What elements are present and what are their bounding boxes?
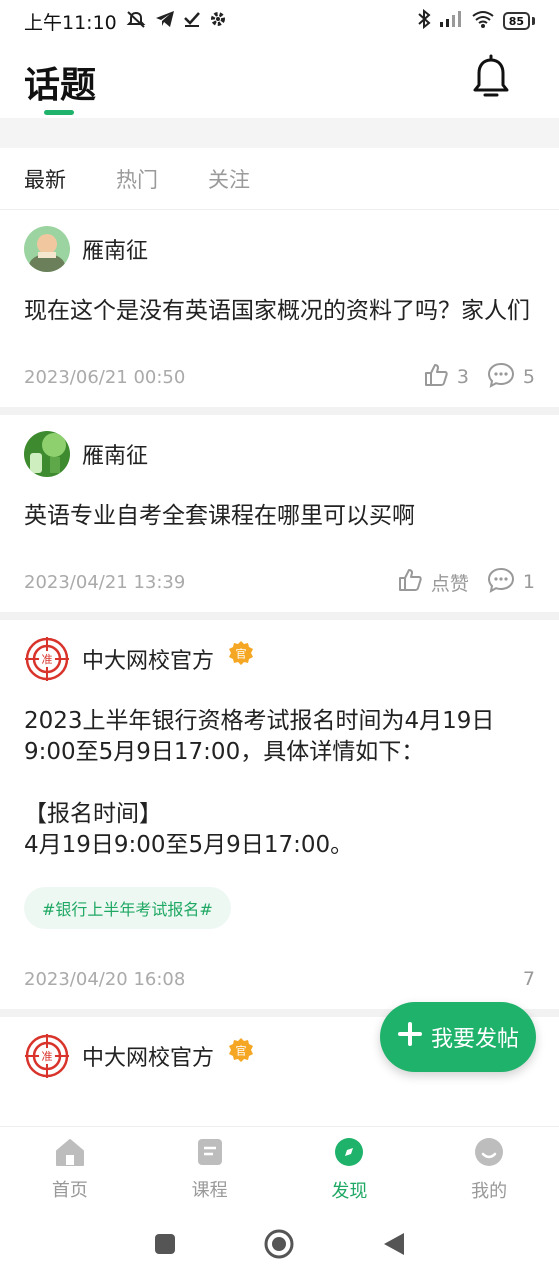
header-divider — [0, 118, 559, 148]
like-count: 3 — [456, 366, 469, 388]
plus-icon — [397, 1021, 423, 1053]
battery-icon: 85 — [502, 12, 530, 30]
status-bar: 上午11:10 85 — [0, 0, 559, 42]
post-meta: 2023/06/21 00:50 3 5 — [24, 347, 535, 407]
battery-level: 85 — [508, 14, 524, 28]
new-post-label: 我要发帖 — [430, 1027, 519, 1052]
recent-apps-button[interactable] — [153, 1232, 177, 1260]
post-time: 2023/04/21 13:39 — [24, 571, 186, 593]
post-separator — [0, 612, 559, 620]
signal-icon — [439, 10, 463, 33]
post-author[interactable]: 雁南征 — [24, 429, 535, 479]
nav-profile[interactable]: 我的 — [419, 1127, 559, 1212]
official-badge-text: 官 — [236, 647, 247, 661]
official-badge-icon: 官 — [228, 1037, 254, 1063]
comment-count: 5 — [522, 366, 535, 388]
header: 话题 — [0, 42, 559, 118]
nav-course[interactable]: 课程 — [140, 1127, 280, 1212]
post-time: 2023/06/21 00:50 — [24, 366, 186, 388]
tab-latest[interactable]: 最新 — [24, 164, 66, 194]
post-author[interactable]: 雁南征 — [24, 224, 535, 274]
school-logo-avatar[interactable]: 准 — [24, 1033, 70, 1079]
post-feed: 雁南征 现在这个是没有英语国家概况的资料了吗？家人们 2023/06/21 00… — [0, 210, 559, 1081]
bottom-nav: 首页 课程 发现 我的 — [0, 1126, 559, 1212]
avatar[interactable] — [24, 226, 70, 272]
avatar[interactable] — [24, 431, 70, 477]
home-icon — [54, 1137, 86, 1172]
nav-label: 首页 — [51, 1180, 88, 1201]
telegram-icon — [155, 10, 175, 33]
nav-label: 发现 — [331, 1181, 368, 1202]
profile-icon — [473, 1136, 505, 1173]
like-button[interactable]: 点赞 — [397, 567, 469, 598]
svg-text:准: 准 — [42, 1050, 53, 1063]
official-badge-text: 官 — [236, 1044, 247, 1058]
post-content[interactable]: 英语专业自考全套课程在哪里可以买啊 — [24, 501, 535, 532]
post-meta: 2023/04/20 16:08 7 — [24, 949, 535, 1009]
comment-count: 1 — [522, 571, 535, 593]
comment-icon — [487, 362, 515, 393]
mute-icon — [125, 10, 147, 33]
author-name[interactable]: 中大网校官方 — [82, 1040, 214, 1072]
like-label: 点赞 — [430, 572, 469, 595]
tab-following[interactable]: 关注 — [208, 164, 250, 194]
comment-button[interactable]: 5 — [487, 362, 535, 393]
thumbs-up-icon — [397, 567, 423, 598]
thumbs-up-icon — [423, 362, 449, 393]
download-check-icon — [183, 10, 201, 33]
like-button[interactable]: 3 — [423, 362, 469, 393]
post-card[interactable]: 准 中大网校官方 官 2023上半年银行资格考试报名时间为4月19日9:00至5… — [0, 620, 559, 1009]
page-title: 话题 — [24, 65, 97, 106]
post-separator — [0, 407, 559, 415]
bell-icon[interactable] — [471, 54, 511, 102]
post-meta: 2023/04/21 13:39 点赞 1 — [24, 552, 535, 612]
school-logo-avatar[interactable]: 准 — [24, 636, 70, 682]
topic-tabs: 最新 热门 关注 — [0, 148, 559, 210]
discover-icon — [333, 1136, 365, 1173]
home-button[interactable] — [263, 1228, 295, 1264]
nav-label: 课程 — [191, 1180, 228, 1201]
post-card[interactable]: 雁南征 现在这个是没有英语国家概况的资料了吗？家人们 2023/06/21 00… — [0, 210, 559, 407]
title-underline — [44, 110, 74, 115]
tab-hot[interactable]: 热门 — [116, 164, 158, 194]
author-name[interactable]: 雁南征 — [82, 438, 148, 470]
post-author[interactable]: 准 中大网校官方 官 — [24, 634, 535, 684]
settings-gear-icon — [209, 10, 227, 33]
hashtag-chip[interactable]: #银行上半年考试报名# — [24, 887, 231, 929]
comment-count: 7 — [522, 968, 535, 990]
back-button[interactable] — [382, 1231, 406, 1261]
post-card[interactable]: 雁南征 英语专业自考全套课程在哪里可以买啊 2023/04/21 13:39 点… — [0, 415, 559, 612]
author-name[interactable]: 雁南征 — [82, 233, 148, 265]
svg-text:准: 准 — [42, 653, 53, 666]
comment-button[interactable]: 1 — [487, 567, 535, 598]
battery-tip — [532, 17, 535, 25]
nav-label: 我的 — [471, 1181, 508, 1202]
status-time: 上午11:10 — [24, 11, 117, 34]
system-nav-bar — [0, 1212, 559, 1280]
new-post-button[interactable]: 我要发帖 — [380, 1002, 536, 1072]
course-icon — [195, 1137, 225, 1172]
author-name[interactable]: 中大网校官方 — [82, 643, 214, 675]
post-content[interactable]: 现在这个是没有英语国家概况的资料了吗？家人们 — [24, 296, 535, 327]
post-content[interactable]: 2023上半年银行资格考试报名时间为4月19日9:00至5月9日17:00，具体… — [24, 706, 535, 861]
wifi-icon — [471, 10, 495, 33]
nav-home[interactable]: 首页 — [0, 1127, 140, 1212]
bluetooth-icon — [417, 8, 431, 34]
nav-discover[interactable]: 发现 — [280, 1127, 420, 1212]
official-badge-icon: 官 — [228, 640, 254, 666]
comment-icon — [487, 567, 515, 598]
post-time: 2023/04/20 16:08 — [24, 968, 186, 990]
